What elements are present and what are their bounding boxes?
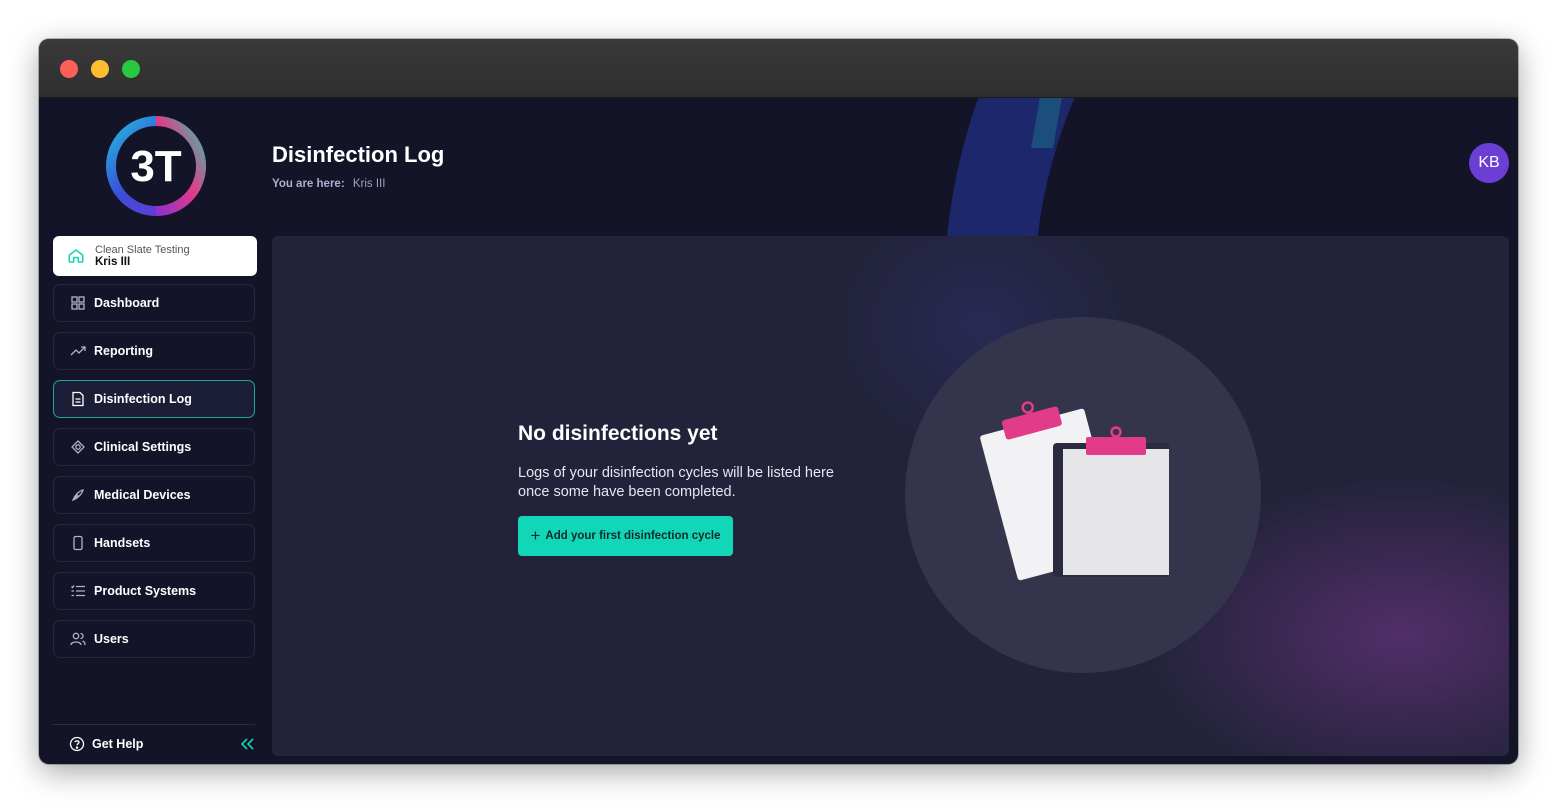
sidebar-item-label: Dashboard: [94, 296, 160, 310]
brand-logo: 3T: [106, 116, 206, 216]
minimize-window-button[interactable]: [91, 60, 109, 78]
empty-state-title: No disinfections yet: [518, 422, 718, 445]
maximize-window-button[interactable]: [122, 60, 140, 78]
add-disinfection-cycle-label: Add your first disinfection cycle: [545, 530, 721, 542]
sidebar-item-users[interactable]: Users: [53, 620, 255, 658]
page-title: Disinfection Log: [272, 142, 445, 167]
users-icon: [70, 631, 86, 647]
sidebar-item-product-systems[interactable]: Product Systems: [53, 572, 255, 610]
collapse-sidebar-icon[interactable]: [239, 736, 255, 752]
sidebar-item-reporting[interactable]: Reporting: [53, 332, 255, 370]
sidebar-item-medical-devices[interactable]: Medical Devices: [53, 476, 255, 514]
get-help-button[interactable]: Get Help: [69, 736, 143, 752]
document-icon: [70, 391, 86, 407]
empty-state-description: Logs of your disinfection cycles will be…: [518, 465, 834, 500]
sidebar-item-dashboard[interactable]: Dashboard: [53, 284, 255, 322]
sidebar-item-label: Users: [94, 632, 129, 646]
sidebar-item-disinfection-log[interactable]: Disinfection Log: [53, 380, 255, 418]
sidebar-divider: [53, 724, 255, 725]
app-content: 3T Clean Slate Testing Kris III Dashboar…: [39, 98, 1518, 764]
list-icon: [70, 583, 86, 599]
site-selector[interactable]: Clean Slate Testing Kris III: [53, 236, 257, 276]
feather-icon: [70, 487, 86, 503]
target-icon: [70, 439, 86, 455]
sidebar-item-label: Reporting: [94, 344, 154, 358]
phone-icon: [70, 535, 86, 551]
breadcrumb-link[interactable]: Kris III: [353, 178, 386, 190]
sidebar-item-handsets[interactable]: Handsets: [53, 524, 255, 562]
clipboard-illustration: [905, 317, 1261, 673]
trend-icon: [70, 343, 86, 359]
breadcrumb: You are here: Kris III: [272, 178, 385, 190]
title-bar: [39, 39, 1518, 98]
sidebar-item-clinical-settings[interactable]: Clinical Settings: [53, 428, 255, 466]
add-disinfection-cycle-button[interactable]: + Add your first disinfection cycle: [518, 516, 733, 556]
plus-icon: +: [530, 526, 541, 545]
background-decoration: [1031, 98, 1069, 148]
site-org: Clean Slate Testing: [95, 243, 190, 256]
app-window: 3T Clean Slate Testing Kris III Dashboar…: [39, 39, 1518, 764]
avatar[interactable]: KB: [1469, 143, 1509, 183]
home-icon: [67, 247, 85, 265]
breadcrumb-label: You are here:: [272, 178, 345, 190]
help-icon: [69, 736, 85, 752]
brand-logo-text: 3T: [130, 142, 181, 191]
sidebar-item-label: Product Systems: [94, 584, 197, 598]
sidebar-item-label: Disinfection Log: [94, 392, 192, 406]
sidebar-item-label: Clinical Settings: [94, 440, 192, 454]
grid-icon: [70, 295, 86, 311]
get-help-label: Get Help: [92, 737, 144, 751]
sidebar-item-label: Medical Devices: [94, 488, 191, 502]
site-name: Kris III: [95, 255, 131, 268]
close-window-button[interactable]: [60, 60, 78, 78]
main-panel: No disinfections yet Logs of your disinf…: [272, 236, 1509, 756]
sidebar-item-label: Handsets: [94, 536, 151, 550]
